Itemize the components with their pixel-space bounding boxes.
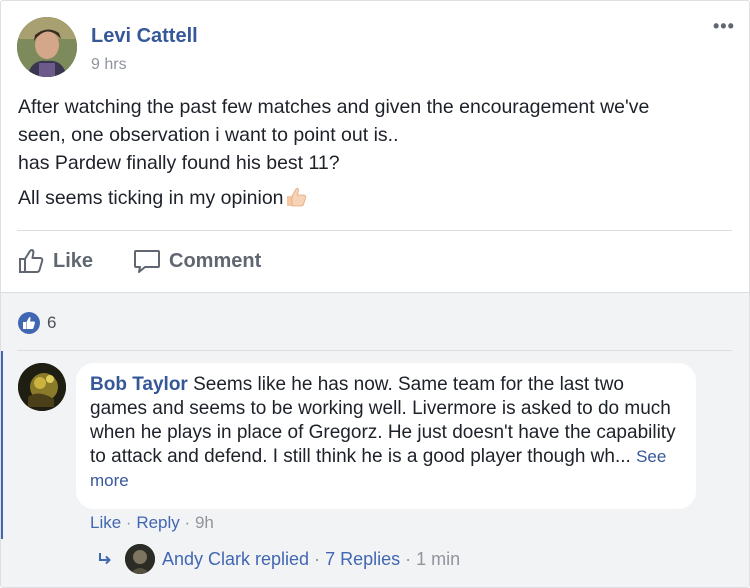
divider xyxy=(17,230,732,231)
comment-like-link[interactable]: Like xyxy=(90,513,121,532)
replies-count-link[interactable]: 7 Replies xyxy=(325,549,400,570)
divider xyxy=(17,350,732,351)
comment-button[interactable]: Comment xyxy=(133,247,261,275)
comment-actions: Like · Reply · 9h xyxy=(90,513,214,533)
author-avatar[interactable] xyxy=(17,17,77,77)
post-text: After watching the past few matches and … xyxy=(18,93,738,212)
author-name[interactable]: Levi Cattell xyxy=(91,25,198,48)
separator: · xyxy=(314,548,321,569)
post-line: After watching the past few matches and … xyxy=(18,96,650,118)
like-button[interactable]: Like xyxy=(17,247,93,275)
more-options-icon[interactable]: ••• xyxy=(713,17,735,35)
commenter-name[interactable]: Bob Taylor xyxy=(90,374,188,395)
post-line: seen, one observation i want to point ou… xyxy=(18,124,399,146)
comment-label: Comment xyxy=(169,249,262,272)
comment-reply-link[interactable]: Reply xyxy=(136,513,179,532)
replies-row[interactable]: Andy Clark replied · 7 Replies · 1 min xyxy=(97,544,460,574)
like-icon xyxy=(19,248,44,273)
comments-section: 6 Bob Taylor Seems like he has now. Same… xyxy=(1,292,749,587)
thumbs-up-emoji-icon xyxy=(284,186,308,208)
commenter-avatar[interactable] xyxy=(18,363,66,411)
replies-time: 1 min xyxy=(416,548,461,569)
replier-name-text[interactable]: Andy Clark replied xyxy=(162,549,309,570)
post-card: Levi Cattell 9 hrs ••• After watching th… xyxy=(0,0,750,588)
post-line-with-emoji: All seems ticking in my opinion xyxy=(18,184,738,212)
replier-avatar xyxy=(125,544,155,574)
reply-arrow-icon xyxy=(99,553,111,565)
separator: · xyxy=(184,513,191,532)
reactions-summary[interactable]: 6 xyxy=(18,312,56,334)
comment-icon xyxy=(134,250,160,273)
post-time[interactable]: 9 hrs xyxy=(91,56,127,74)
like-label: Like xyxy=(53,249,94,272)
post-line: has Pardew finally found his best 11? xyxy=(18,152,340,174)
comment-time[interactable]: 9h xyxy=(195,513,214,532)
post-line: All seems ticking in my opinion xyxy=(18,187,284,209)
comment-bubble: Bob Taylor Seems like he has now. Same t… xyxy=(76,363,696,509)
comment-highlight-bar xyxy=(1,351,3,539)
separator: · xyxy=(125,513,132,532)
like-reaction-icon xyxy=(18,312,40,334)
separator: · xyxy=(405,548,412,569)
reaction-count: 6 xyxy=(47,313,57,332)
